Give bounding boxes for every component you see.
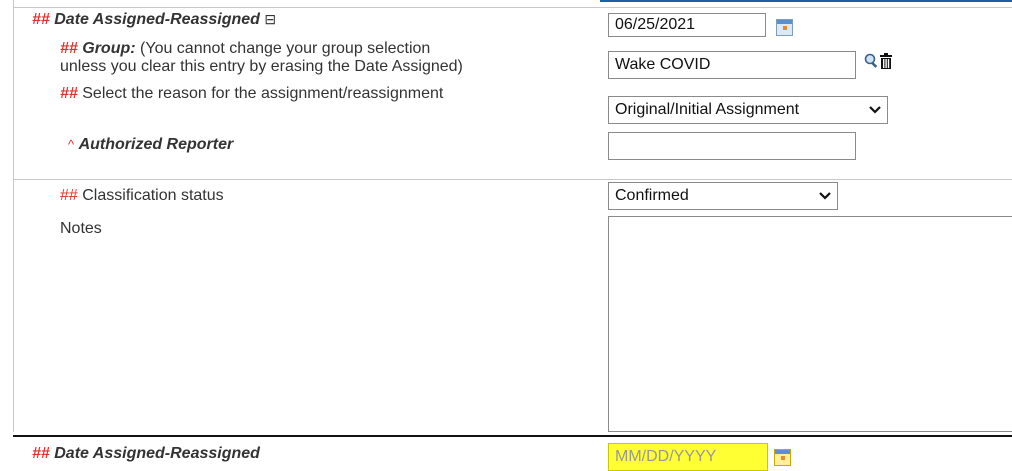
required-marker: ##	[60, 85, 78, 102]
authorized-reporter-input[interactable]	[608, 132, 856, 160]
reason-label: ## Select the reason for the assignment/…	[60, 85, 443, 103]
reason-selected: Original/Initial Assignment	[615, 101, 800, 118]
reporter-label-text: Authorized Reporter	[78, 136, 234, 153]
group-label-text: Group:	[82, 40, 136, 57]
left-border	[13, 0, 14, 432]
row-divider-2	[13, 179, 1012, 180]
date-assigned-value: 06/25/2021	[615, 16, 696, 33]
classification-label-text: Classification status	[82, 187, 224, 204]
required-marker: ##	[60, 40, 78, 57]
search-icon[interactable]	[864, 53, 880, 69]
notes-label: Notes	[60, 220, 102, 238]
date-assigned-label: ## Date Assigned-Reassigned ⊟	[32, 11, 276, 29]
optional-marker: ^	[68, 137, 75, 152]
group-help-line1: (You cannot change your group selection	[140, 40, 431, 57]
notes-textarea[interactable]	[608, 216, 1012, 432]
collapse-icon[interactable]: ⊟	[264, 11, 276, 27]
group-input[interactable]: Wake COVID	[608, 51, 856, 79]
reason-label-text: Select the reason for the assignment/rea…	[82, 85, 444, 102]
notes-label-text: Notes	[60, 220, 102, 237]
date-assigned-text: Date Assigned-Reassigned	[54, 11, 260, 28]
group-help-line2: unless you clear this entry by erasing t…	[60, 58, 463, 75]
top-rule	[600, 0, 1012, 2]
row-divider-1	[13, 7, 1012, 8]
required-marker: ##	[32, 445, 50, 462]
calendar-icon[interactable]	[774, 449, 791, 466]
reason-select[interactable]: Original/Initial Assignment	[608, 96, 888, 124]
chevron-down-icon	[869, 106, 881, 114]
required-marker: ##	[60, 187, 78, 204]
calendar-icon[interactable]	[776, 19, 793, 36]
date-placeholder: MM/DD/YYYY	[615, 448, 717, 465]
section-divider	[13, 435, 1012, 437]
reporter-label: ^ Authorized Reporter	[68, 136, 233, 154]
classification-selected: Confirmed	[615, 187, 689, 204]
group-label: ## Group: (You cannot change your group …	[60, 40, 463, 76]
required-marker: ##	[32, 11, 50, 28]
date-assigned-input-2[interactable]: MM/DD/YYYY	[608, 443, 768, 471]
classification-label: ## Classification status	[60, 187, 224, 205]
date-assigned-input[interactable]: 06/25/2021	[608, 13, 766, 37]
group-value: Wake COVID	[615, 56, 711, 73]
classification-select[interactable]: Confirmed	[608, 182, 838, 210]
date-assigned-label-2: ## Date Assigned-Reassigned	[32, 445, 260, 463]
chevron-down-icon	[819, 192, 831, 200]
trash-icon[interactable]	[879, 53, 893, 69]
date-assigned-text-2: Date Assigned-Reassigned	[54, 445, 260, 462]
